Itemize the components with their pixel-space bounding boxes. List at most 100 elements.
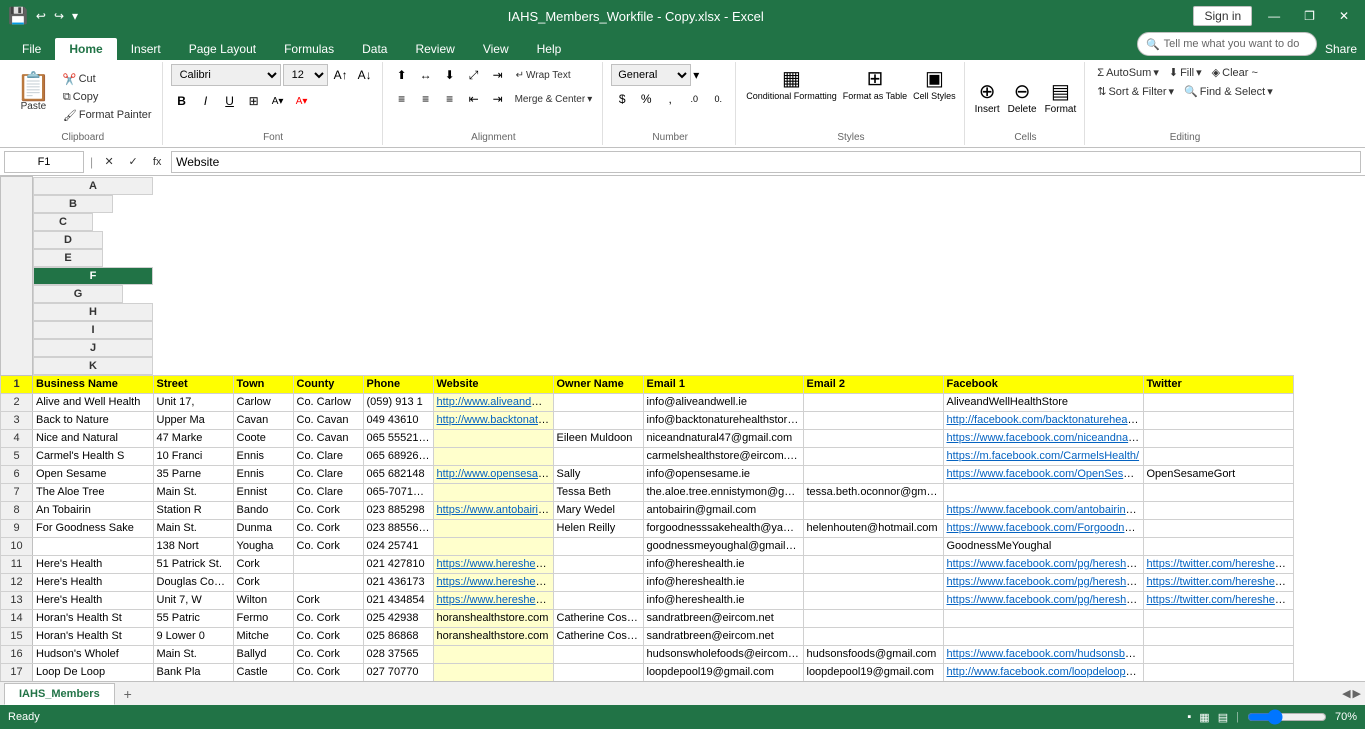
col-header-B[interactable]: B bbox=[33, 195, 113, 213]
cell[interactable] bbox=[803, 447, 943, 465]
cell[interactable]: Co. Cork bbox=[293, 645, 363, 663]
cell[interactable]: Here's Health bbox=[33, 555, 154, 573]
cell[interactable]: 023 8855671 bbox=[363, 519, 433, 537]
cell[interactable] bbox=[433, 519, 553, 537]
page-layout-btn[interactable]: ▦ bbox=[1199, 711, 1209, 724]
copy-button[interactable]: ⧉ Copy bbox=[59, 89, 156, 106]
cell[interactable]: info@hereshealth.ie bbox=[643, 591, 803, 609]
cell[interactable]: Co. Carlow bbox=[293, 393, 363, 411]
cell[interactable]: https://www.facebook.com/pg/hereshealth.… bbox=[943, 555, 1143, 573]
cell[interactable]: 024 25741 bbox=[363, 537, 433, 555]
increase-font-btn[interactable]: A↑ bbox=[330, 64, 352, 86]
cell[interactable]: Station R bbox=[153, 501, 233, 519]
cell[interactable] bbox=[943, 609, 1143, 627]
cell[interactable] bbox=[803, 501, 943, 519]
cell[interactable]: https://www.antobairin.ie bbox=[433, 501, 553, 519]
row-number[interactable]: 11 bbox=[1, 555, 33, 573]
cell[interactable]: Email 2 bbox=[803, 375, 943, 393]
align-bottom-btn[interactable]: ⬇ bbox=[439, 64, 461, 86]
merge-center-button[interactable]: Merge & Center ▾ bbox=[511, 88, 597, 110]
cell[interactable]: Cork bbox=[293, 591, 363, 609]
col-header-A[interactable]: A bbox=[33, 177, 153, 195]
close-button[interactable]: ✕ bbox=[1331, 7, 1357, 25]
decrease-indent-btn[interactable]: ⇤ bbox=[463, 88, 485, 110]
cell[interactable]: http://www.opensesame. bbox=[433, 465, 553, 483]
cell[interactable]: Loop De Loop bbox=[33, 663, 154, 681]
cell[interactable]: goodnessmeyoughal@gmail.com bbox=[643, 537, 803, 555]
cell[interactable]: sandratbreen@eircom.net bbox=[643, 627, 803, 645]
cancel-formula-btn[interactable]: ✕ bbox=[99, 151, 119, 173]
percent-btn[interactable]: % bbox=[635, 88, 657, 110]
font-size-select[interactable]: 12 bbox=[283, 64, 328, 86]
cell[interactable]: Phone bbox=[363, 375, 433, 393]
decrease-font-btn[interactable]: A↓ bbox=[354, 64, 376, 86]
cell[interactable] bbox=[1143, 429, 1293, 447]
col-header-K[interactable]: K bbox=[33, 357, 153, 375]
cell[interactable] bbox=[553, 663, 643, 681]
cell[interactable] bbox=[553, 555, 643, 573]
row-number[interactable]: 6 bbox=[1, 465, 33, 483]
cell[interactable]: County bbox=[293, 375, 363, 393]
cell[interactable] bbox=[1143, 501, 1293, 519]
cell[interactable] bbox=[803, 429, 943, 447]
cell[interactable] bbox=[433, 447, 553, 465]
row-number[interactable]: 13 bbox=[1, 591, 33, 609]
row-number[interactable]: 7 bbox=[1, 483, 33, 501]
cell[interactable]: https://m.facebook.com/CarmelsHealth/ bbox=[943, 447, 1143, 465]
cell[interactable] bbox=[293, 573, 363, 591]
insert-function-btn[interactable]: fx bbox=[147, 151, 167, 173]
cell[interactable]: Sally bbox=[553, 465, 643, 483]
cell[interactable]: https://www.facebook.com/hudsonsballydeh… bbox=[943, 645, 1143, 663]
indent-btn[interactable]: ⇥ bbox=[487, 64, 509, 86]
tab-pagelayout[interactable]: Page Layout bbox=[175, 38, 270, 60]
tab-formulas[interactable]: Formulas bbox=[270, 38, 348, 60]
align-center-btn[interactable]: ≡ bbox=[415, 88, 437, 110]
cell[interactable]: Co. Cork bbox=[293, 627, 363, 645]
cell[interactable]: https://twitter.com/hereshealth?lang=e bbox=[1143, 591, 1293, 609]
cell[interactable]: https://twitter.com/hereshealth?lang=e bbox=[1143, 555, 1293, 573]
cell[interactable]: Dunma bbox=[233, 519, 293, 537]
cell-link[interactable]: https://www.facebook.com/OpenSesameHealt… bbox=[947, 468, 1144, 480]
cell[interactable]: https://www.hereshealth.ie/ bbox=[433, 555, 553, 573]
autosum-btn[interactable]: Σ AutoSum ▾ bbox=[1093, 64, 1163, 81]
cell[interactable]: Eileen Muldoon bbox=[553, 429, 643, 447]
col-header-E[interactable]: E bbox=[33, 249, 103, 267]
cell[interactable]: https://www.facebook.com/pg/hereshealth.… bbox=[943, 573, 1143, 591]
cell[interactable] bbox=[803, 591, 943, 609]
row-number[interactable]: 15 bbox=[1, 627, 33, 645]
wrap-text-button[interactable]: ↵ Wrap Text bbox=[511, 64, 576, 86]
cell[interactable] bbox=[1143, 447, 1293, 465]
add-sheet-button[interactable]: + bbox=[117, 683, 139, 705]
cell[interactable]: Email 1 bbox=[643, 375, 803, 393]
row-number[interactable]: 12 bbox=[1, 573, 33, 591]
cell[interactable]: OpenSesameGort bbox=[1143, 465, 1293, 483]
paste-button[interactable]: 📋 Paste bbox=[10, 71, 57, 124]
tell-me-bar[interactable]: 🔍 Tell me what you want to do bbox=[1137, 32, 1317, 56]
cell[interactable]: 025 42938 bbox=[363, 609, 433, 627]
cell[interactable] bbox=[33, 537, 154, 555]
cell[interactable]: Co. Cork bbox=[293, 519, 363, 537]
cell[interactable] bbox=[1143, 645, 1293, 663]
cell[interactable]: Here's Health bbox=[33, 591, 154, 609]
cell-link[interactable]: https://m.facebook.com/CarmelsHealth/ bbox=[947, 450, 1140, 462]
cell[interactable]: Co. Clare bbox=[293, 447, 363, 465]
cell[interactable] bbox=[553, 591, 643, 609]
cell-link[interactable]: https://www.facebook.com/antobairin?ref=… bbox=[947, 504, 1144, 516]
cell[interactable]: 021 434854 bbox=[363, 591, 433, 609]
col-header-C[interactable]: C bbox=[33, 213, 93, 231]
cell[interactable]: Co. Cork bbox=[293, 501, 363, 519]
cell[interactable]: Mary Wedel bbox=[553, 501, 643, 519]
align-top-btn[interactable]: ⬆ bbox=[391, 64, 413, 86]
cell[interactable]: 065-7071837 bbox=[363, 483, 433, 501]
cell[interactable]: https://www.facebook.com/OpenSesameHealt… bbox=[943, 465, 1143, 483]
italic-button[interactable]: I bbox=[195, 90, 217, 112]
row-number[interactable]: 3 bbox=[1, 411, 33, 429]
col-header-G[interactable]: G bbox=[33, 285, 123, 303]
cell[interactable]: An Tobairin bbox=[33, 501, 154, 519]
cell[interactable]: hudsonswholefoods@eircom.net bbox=[643, 645, 803, 663]
grid-container[interactable]: A B C D E F G H I J K 1Business NameStre… bbox=[0, 176, 1365, 681]
tab-scroll-right[interactable]: ▶ bbox=[1353, 687, 1361, 700]
align-left-btn[interactable]: ≡ bbox=[391, 88, 413, 110]
col-header-D[interactable]: D bbox=[33, 231, 103, 249]
tab-review[interactable]: Review bbox=[401, 38, 468, 60]
